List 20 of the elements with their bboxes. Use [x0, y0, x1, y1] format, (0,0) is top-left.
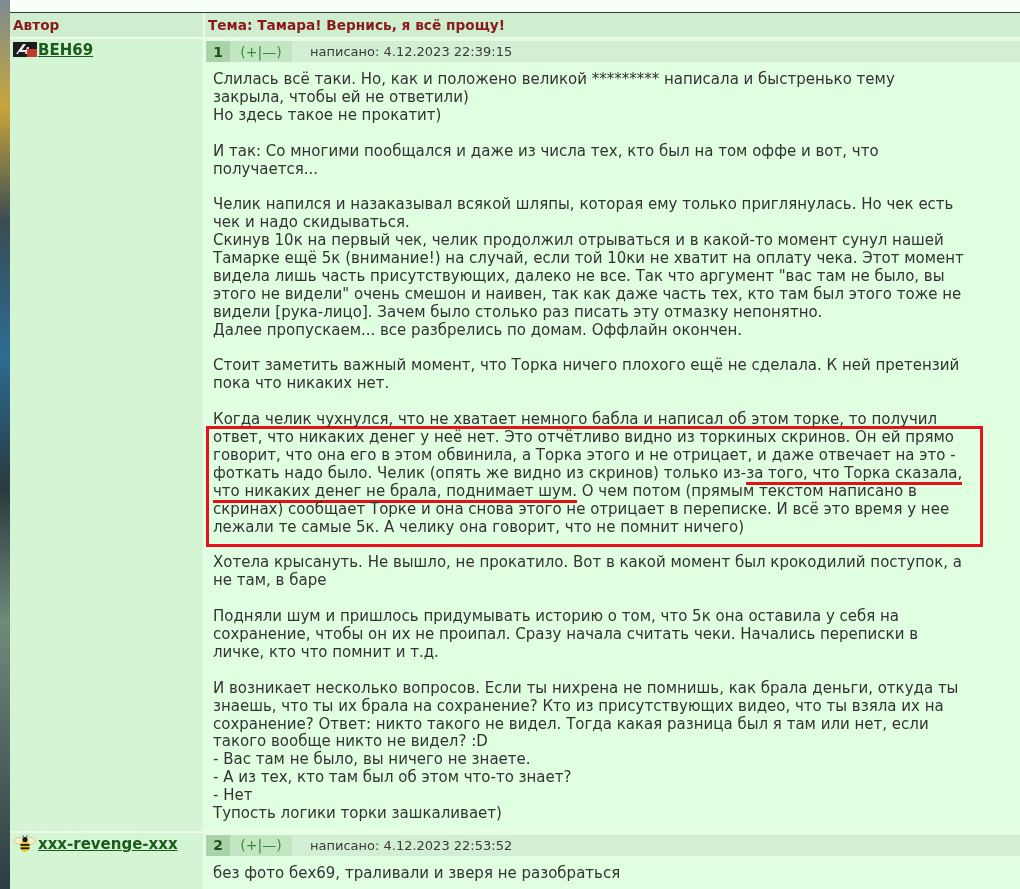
post-text: без фото бех69, траливали и зверя не разобраться	[213, 864, 622, 883]
author-name-link[interactable]: xxx-revenge-xxx	[38, 835, 178, 853]
bee-icon	[13, 834, 37, 853]
post-text: Когда челик чухнулся, что не хватает немного бабла и написал об этом торке, то получил	[213, 411, 939, 429]
post-number: 2	[206, 834, 230, 856]
post-date: написано: 4.12.2023 22:53:52	[309, 836, 513, 855]
topic-title: Тема: Тамара! Вернись, я всё прощу!	[205, 13, 1020, 37]
avatar-icon	[13, 42, 37, 57]
column-header: Автор	[10, 13, 203, 37]
post-text: Подняли шум и пришлось придумывать историю о том, что 5к она оставила у себя на сохранение, чтобы он их не проипал. Сразу начала считать чеки. Начались переписки в личке, кто что помнит и т.д.	[213, 608, 920, 662]
post-text: Стоит заметить важный момент, что Торка ничего плохого ещё не сделала. К ней претензий пока что никаких нет.	[213, 357, 961, 394]
post-text: И возникает несколько вопросов. Если ты нихрена не помнишь, как брала деньги, откуда ты знаешь, что ты их брала на сохранение? Кто из присутствующих видео, что ты взяла их на сохранение? Ответ: никто такого не видел. Тогда какая разница был я там или нет, если такого вообще никто не видел? :D - Вас там не было, вы ничего не знаете. - А из тех, кто там был об этом что-то знает? - Нет Тупость логики торки зашкаливает)	[213, 679, 960, 823]
post-number: 1	[206, 41, 230, 62]
post-text: Хотела крысануть. Не вышло, не прокатило. Вот в какой момент был крокодилий поступок, а не там, в баре	[213, 554, 963, 591]
post-text: Слилась всё таки. Но, как и положено великой ********* написала и быстренько тему закрыла, чтобы ей не ответили) Но здесь такое не прокатит)	[213, 71, 896, 125]
post-text: ответ, что никаких денег у неё нет. Это отчётливо видно из торкиных скринов. Он ей прямо говорит, что она его в этом обвинила, а Торка этого и не отрицает, и даже отвечает на это - фоткать надо было. Челик (опять же видно из скринов) только из-за того, что Торка сказала, что никаких денег не брала, поднимает шум. О чем потом (прямым текстом написано в скринах) сообщает Торке и она снова этого не отрицает в переписке. И всё это время у нее лежали те самые 5к. А челику она говорит, что не помнит ничего)	[213, 429, 964, 537]
author-name-link[interactable]: BEH69	[38, 42, 94, 59]
post-text: И так: Со многими пообщался и даже из числа тех, кто был на том оффе и вот, что получается...	[213, 142, 880, 179]
post-text: Челик напился и назаказывал всякой шляпы, которая ему только приглянулась. Но чек есть чек и надо скидываться. Скинув 10к на первый чек, челик продолжил отрываться и в какой-то момент сунул нашей Тамарке ещё 5к (внимание!) на случай, если той 10ки не хватит на оплату чека. Этот момент видела лишь часть присутствующих, далеко не все. Так что аргумент "вас там не было, вы этого не видели" очень смешон и наивен, так как даже часть тех, кто там был этого тоже не видели [рука-лицо]. Зачем было столько раз писать эту отмазку непонятно. Далее пропускаем... все разбрелись по домам. Оффлайн окончен.	[213, 196, 965, 340]
post-date: написано: 4.12.2023 22:39:15	[309, 43, 513, 61]
